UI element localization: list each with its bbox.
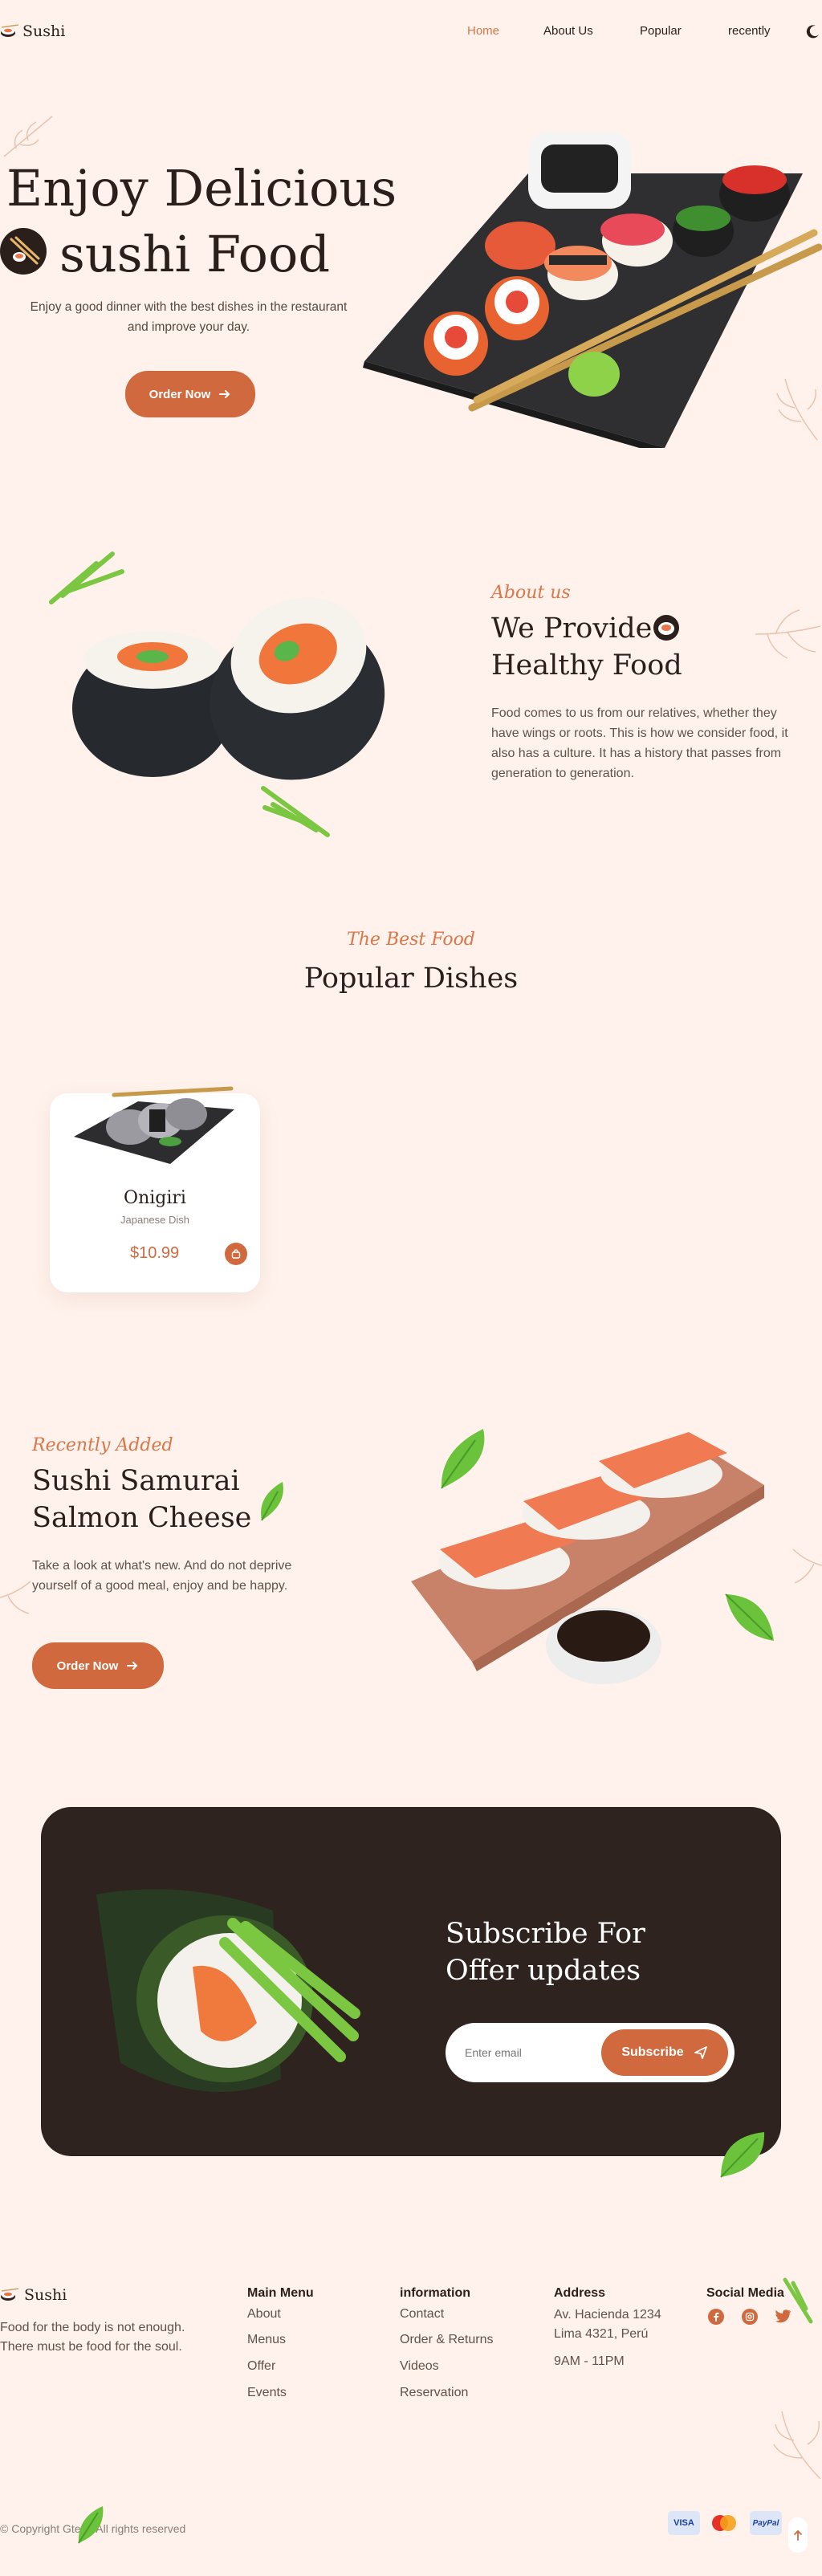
leaf-decoration-icon	[773, 2411, 821, 2480]
nav-popular[interactable]: Popular	[640, 24, 682, 38]
nav-recently[interactable]: recently	[728, 24, 771, 38]
nav-home[interactable]: Home	[467, 24, 499, 38]
chopsticks-badge-icon	[0, 228, 47, 275]
hero-title-line2: sushi Food	[59, 225, 331, 283]
leaf-icon	[78, 2506, 104, 2544]
footer-address-title: Address	[554, 2286, 606, 2300]
site-header: Sushi Home About Us Popular recently	[0, 0, 822, 64]
about-title-line2: Healthy Food	[491, 649, 682, 682]
footer-address-line1: Av. Hacienda 1234	[554, 2308, 661, 2322]
subscribe-title-line2: Offer updates	[446, 1955, 641, 1987]
social-links	[708, 2309, 791, 2325]
dish-name: Onigiri	[124, 1188, 186, 1208]
leaf-decoration-icon	[3, 116, 53, 157]
footer-link-reservation[interactable]: Reservation	[400, 2386, 468, 2400]
order-now-label: Order Now	[56, 1658, 119, 1673]
footer-link-videos[interactable]: Videos	[400, 2359, 439, 2374]
hero-description: Enjoy a good dinner with the best dishes…	[30, 300, 348, 334]
subscribe-label: Subscribe	[621, 2045, 684, 2059]
recent-title-line2: Salmon Cheese	[32, 1502, 252, 1534]
order-now-label: Order Now	[149, 387, 211, 401]
leaf-icon	[720, 2132, 765, 2178]
green-onion-icon	[261, 786, 330, 837]
leaf-decoration-icon	[792, 1548, 822, 1584]
footer-link-order-returns[interactable]: Order & Returns	[400, 2333, 493, 2347]
footer-address-line2: Lima 4321, Perú	[554, 2327, 649, 2341]
temaki-hand-roll-image	[96, 1889, 360, 2092]
arrow-right-icon	[127, 1662, 138, 1670]
recent-label: Recently Added	[32, 1435, 173, 1455]
footer-tagline: Food for the body is not enough. There m…	[0, 2321, 185, 2354]
green-onion-icon	[783, 2277, 813, 2324]
visa-payment-icon: VISA	[668, 2511, 700, 2535]
leaf-icon	[725, 1593, 774, 1641]
moon-icon[interactable]	[806, 24, 820, 39]
leaf-decoration-icon	[755, 609, 821, 659]
footer-information-title: information	[400, 2286, 470, 2300]
send-icon	[694, 2046, 707, 2059]
about-title-line1: We Provide	[491, 612, 653, 645]
scroll-top-button[interactable]	[788, 2517, 808, 2553]
popular-label: The Best Food	[347, 930, 475, 950]
subscribe-title-line1: Subscribe For	[446, 1918, 645, 1950]
email-input[interactable]	[465, 2041, 601, 2065]
subscribe-button[interactable]: Subscribe	[601, 2029, 728, 2076]
leaf-decoration-icon	[0, 1581, 31, 1614]
leaf-icon	[261, 1482, 283, 1521]
about-body: Food comes to us from our relatives, whe…	[491, 706, 788, 780]
about-label: About us	[491, 583, 571, 603]
dish-price: $10.99	[130, 1244, 180, 1262]
recent-body: Take a look at what's new. And do not de…	[32, 1559, 292, 1593]
salmon-sushi-image	[411, 1432, 764, 1684]
onigiri-image	[74, 1086, 234, 1164]
dish-subtitle: Japanese Dish	[120, 1214, 189, 1226]
sushi-board-image	[363, 132, 822, 448]
recent-order-now-button[interactable]: Order Now	[32, 1642, 164, 1689]
footer-link-menus[interactable]: Menus	[247, 2333, 286, 2347]
footer-hours: 9AM - 11PM	[554, 2354, 625, 2368]
recent-title-line1: Sushi Samurai	[32, 1465, 240, 1497]
maki-roll-image	[72, 597, 385, 780]
dish-card[interactable]: Onigiri Japanese Dish $10.99	[50, 1086, 260, 1292]
sushi-logo-icon	[1, 2288, 19, 2301]
add-to-bag-button[interactable]	[225, 1243, 247, 1265]
arrow-right-icon	[219, 390, 230, 398]
instagram-icon[interactable]	[742, 2309, 758, 2325]
nav-about-us[interactable]: About Us	[543, 24, 593, 38]
shopping-bag-icon	[231, 1249, 241, 1259]
footer-link-events[interactable]: Events	[247, 2386, 287, 2400]
popular-title: Popular Dishes	[303, 962, 519, 995]
logo[interactable]: Sushi	[0, 22, 65, 40]
footer-link-about[interactable]: About	[247, 2307, 281, 2322]
logo-text: Sushi	[22, 22, 66, 40]
sushi-logo-icon	[1, 24, 19, 37]
footer-main-menu-title: Main Menu	[247, 2286, 314, 2300]
subscribe-form: Subscribe	[446, 2023, 735, 2082]
footer-logo-text: Sushi	[24, 2286, 67, 2304]
mastercard-payment-icon	[708, 2511, 740, 2535]
sushi-badge-icon	[653, 615, 679, 641]
paypal-payment-icon: PayPal	[750, 2511, 782, 2535]
arrow-up-icon	[794, 2529, 802, 2541]
footer-link-offer[interactable]: Offer	[247, 2359, 275, 2374]
footer-social-title: Social Media	[706, 2286, 784, 2300]
facebook-icon[interactable]	[708, 2309, 724, 2325]
hero-title-line1: Enjoy Delicious	[6, 159, 397, 218]
footer-logo[interactable]: Sushi	[0, 2286, 67, 2304]
footer-link-contact[interactable]: Contact	[400, 2307, 444, 2322]
hero-order-now-button[interactable]: Order Now	[125, 371, 255, 417]
